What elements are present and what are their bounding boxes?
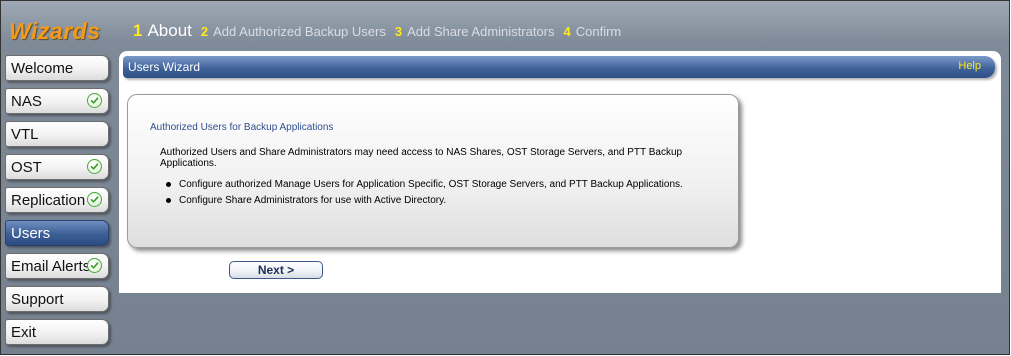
step-number: 2 xyxy=(200,24,209,39)
list-item: Configure authorized Manage Users for Ap… xyxy=(164,179,724,190)
step-2-add-backup-users: 2 Add Authorized Backup Users xyxy=(201,24,386,39)
step-number: 3 xyxy=(394,24,403,39)
sidebar-nav: Welcome NAS VTL OST Replication Users Em… xyxy=(5,55,113,352)
sidebar-item-nas[interactable]: NAS xyxy=(5,88,109,114)
sidebar-item-replication[interactable]: Replication xyxy=(5,187,109,213)
top-bar: Wizards 1 About 2 Add Authorized Backup … xyxy=(1,1,1009,47)
help-link[interactable]: Help xyxy=(958,60,981,72)
list-item: Configure Share Administrators for use w… xyxy=(164,195,724,206)
sidebar-item-label: OST xyxy=(11,159,42,176)
step-4-confirm: 4 Confirm xyxy=(564,24,622,39)
next-button[interactable]: Next > xyxy=(229,261,323,279)
sidebar-item-email-alerts[interactable]: Email Alerts xyxy=(5,253,109,279)
step-1-about: 1 About xyxy=(133,21,192,41)
sidebar-item-label: Support xyxy=(11,291,64,308)
sidebar-item-label: Email Alerts xyxy=(11,258,91,275)
step-label: Add Authorized Backup Users xyxy=(213,24,386,39)
step-label: Confirm xyxy=(575,24,622,39)
sidebar-item-label: VTL xyxy=(11,126,39,143)
sidebar-item-support[interactable]: Support xyxy=(5,286,109,312)
sidebar-item-vtl[interactable]: VTL xyxy=(5,121,109,147)
wizards-logo: Wizards xyxy=(9,18,101,44)
sidebar-item-exit[interactable]: Exit xyxy=(5,319,109,345)
sidebar-item-label: Users xyxy=(11,225,51,242)
step-label: Add Share Administrators xyxy=(407,24,555,39)
check-circle-icon xyxy=(87,93,102,108)
step-label: About xyxy=(147,21,192,40)
step-number: 1 xyxy=(133,21,143,40)
sidebar-item-users[interactable]: Users xyxy=(5,220,109,246)
sidebar-item-label: NAS xyxy=(11,93,42,110)
info-heading: Authorized Users for Backup Applications xyxy=(150,122,334,133)
step-breadcrumb: 1 About 2 Add Authorized Backup Users 3 … xyxy=(133,21,630,41)
sidebar-item-label: Replication xyxy=(11,192,86,209)
sidebar-item-label: Exit xyxy=(11,324,37,341)
sidebar-item-label: Welcome xyxy=(11,60,74,77)
main-panel: Users Wizard Help Authorized Users for B… xyxy=(119,51,1001,293)
panel-header: Users Wizard Help xyxy=(123,56,995,78)
check-circle-icon xyxy=(87,258,102,273)
sidebar-item-welcome[interactable]: Welcome xyxy=(5,55,109,81)
check-circle-icon xyxy=(87,192,102,207)
info-box: Authorized Users for Backup Applications… xyxy=(127,94,739,248)
panel-title: Users Wizard xyxy=(128,60,201,74)
step-3-add-share-admins: 3 Add Share Administrators xyxy=(395,24,555,39)
info-bullet-list: Configure authorized Manage Users for Ap… xyxy=(164,179,724,211)
step-number: 4 xyxy=(563,24,571,39)
wizard-window: Wizards 1 About 2 Add Authorized Backup … xyxy=(0,0,1010,355)
info-intro: Authorized Users and Share Administrator… xyxy=(160,147,683,169)
sidebar-item-ost[interactable]: OST xyxy=(5,154,109,180)
check-circle-icon xyxy=(87,159,102,174)
